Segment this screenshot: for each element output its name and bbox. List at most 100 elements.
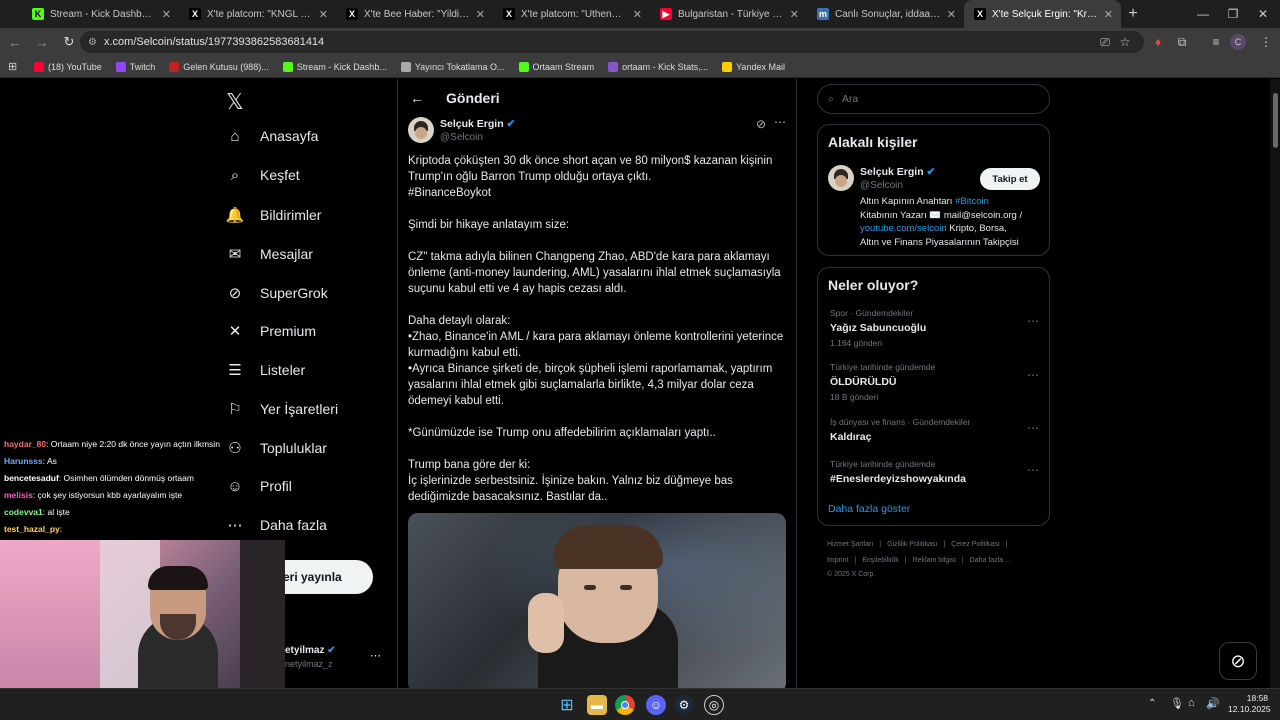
grok-floating-button[interactable]: ⊘ [1219, 642, 1257, 680]
chat-username[interactable]: test_hazal_py [4, 524, 60, 534]
author-avatar[interactable] [408, 117, 434, 143]
windows-start-icon[interactable]: ⊞ [557, 695, 577, 715]
nav-item-mesajlar[interactable]: ✉ Mesajlar [226, 245, 313, 263]
main-column: ← Gönderi Selçuk Ergin ✔ @Selcoin ⊘ ⋯ Kr… [397, 79, 797, 688]
minimize-icon[interactable]: — [1188, 0, 1218, 28]
obs-icon[interactable]: ◎ [704, 695, 724, 715]
bookmark-item[interactable]: ortaam - Kick Stats,... [608, 61, 708, 72]
browser-tab[interactable]: X X'te Bee Haber: "Yildiz Tilbe, m... ✕ [336, 0, 493, 28]
hashtag-link[interactable]: #BinanceBoykot [408, 185, 786, 201]
trend-more-icon[interactable]: ⋯ [1027, 421, 1039, 435]
apps-grid-icon[interactable]: ⊞ [8, 60, 20, 73]
browser-tab[interactable]: X X'te platcom: "Uthenera, KNGL... ✕ [493, 0, 650, 28]
site-info-icon[interactable]: ⚙ [88, 37, 97, 48]
trend-more-icon[interactable]: ⋯ [1027, 314, 1039, 328]
chat-username[interactable]: bencetesaduf [4, 473, 59, 483]
footer-link[interactable]: Hizmet Şartları [827, 541, 873, 548]
show-more-link[interactable]: Daha fazla göster [828, 503, 910, 515]
account-name[interactable]: etyilmaz ✔ [285, 645, 336, 656]
tab-close-icon[interactable]: ✕ [790, 8, 799, 21]
nav-item-anasayfa[interactable]: ⌂ Anasayfa [226, 127, 318, 145]
nav-item-premium[interactable]: ✕ Premium [226, 322, 316, 340]
trend-more-icon[interactable]: ⋯ [1027, 463, 1039, 477]
browser-tab[interactable]: X X'te Selçuk Ergin: "Kriptoda çök... ✕ [964, 0, 1121, 28]
bookmark-item[interactable]: Gelen Kutusu (988)... [169, 61, 269, 72]
bookmark-item[interactable]: Twitch [115, 61, 155, 72]
nav-item-keşfet[interactable]: ⌕ Keşfet [226, 166, 300, 184]
chat-username[interactable]: Harunsss [4, 456, 43, 466]
network-icon[interactable]: ⌂ [1188, 697, 1195, 709]
bookmark-item[interactable]: Yayıncı Tokatlama O... [400, 61, 505, 72]
tray-overflow-icon[interactable]: ⌃ [1148, 698, 1156, 709]
grok-icon[interactable]: ⊘ [756, 117, 766, 131]
tab-close-icon[interactable]: ✕ [162, 8, 171, 21]
trend-item[interactable]: Spor · Gündemdekiler Yağız Sabuncuoğlu 1.1… [830, 308, 1045, 348]
close-window-icon[interactable]: ✕ [1248, 0, 1278, 28]
nav-item-profil[interactable]: ☺ Profil [226, 477, 292, 495]
forward-icon[interactable]: → [30, 30, 54, 54]
trend-item[interactable]: İş dünyası ve finans · Gündemdekiler Kald… [830, 417, 1045, 443]
nav-item-listeler[interactable]: ☰ Listeler [226, 361, 305, 379]
x-logo-icon[interactable]: 𝕏 [226, 89, 244, 115]
extensions-puzzle-icon[interactable]: ⧉ [1172, 32, 1192, 52]
tweet-image[interactable] [408, 513, 786, 688]
chat-username[interactable]: codevva1 [4, 507, 43, 517]
account-menu-icon[interactable]: ⋯ [370, 649, 381, 662]
bookmark-item[interactable]: Yandex Mail [722, 61, 785, 72]
trend-more-icon[interactable]: ⋯ [1027, 368, 1039, 382]
steam-icon[interactable]: ⚙ [674, 695, 694, 715]
browser-tab[interactable]: m Canlı Sonuçlar, iddaa sonuçları... ✕ [807, 0, 964, 28]
bookmark-item[interactable]: (18) YouTube [34, 61, 102, 72]
discord-icon[interactable]: ☺ [646, 695, 666, 715]
chrome-menu-icon[interactable]: ⋮ [1256, 32, 1276, 52]
nav-item-yer-i-şaretleri[interactable]: ⚐ Yer İşaretleri [226, 400, 338, 418]
trend-item[interactable]: Türkiye tarihinde gündemde #Eneslerdeyizs… [830, 459, 1045, 485]
browser-tab[interactable]: X X'te platcom: "KNGL ekibiyle g... ✕ [179, 0, 336, 28]
address-input[interactable]: ⚙ x.com/Selcoin/status/19773938625836814… [80, 31, 1144, 53]
extension-icon[interactable]: ♦ [1148, 32, 1168, 52]
browser-tab[interactable]: K Stream - Kick Dashboard ✕ [22, 0, 179, 28]
volume-icon[interactable]: 🔊 [1206, 697, 1220, 710]
trend-item[interactable]: Türkiye tarihinde gündemde ÖLDÜRÜLDÜ 18 B … [830, 362, 1045, 402]
microphone-icon[interactable]: 🎙 [1170, 697, 1184, 710]
footer-link[interactable]: Imprint [827, 557, 848, 564]
tab-close-icon[interactable]: ✕ [947, 8, 956, 21]
search-input[interactable]: ⌕ Ara [817, 84, 1050, 114]
maximize-icon[interactable]: ❐ [1218, 0, 1248, 28]
tab-close-icon[interactable]: ✕ [476, 8, 485, 21]
footer-link[interactable]: Daha fazla ... [970, 557, 1011, 564]
media-control-icon[interactable]: ≡ [1206, 32, 1226, 52]
chat-username[interactable]: haydar_80 [4, 439, 46, 449]
footer-link[interactable]: Erişilebilirlik [862, 557, 899, 564]
bookmark-item[interactable]: Ortaam Stream [518, 61, 594, 72]
back-arrow-icon[interactable]: ← [410, 90, 424, 106]
taskbar-clock[interactable]: 18:58 12.10.2025 [1228, 693, 1271, 715]
new-tab-button[interactable]: + [1121, 0, 1145, 28]
author-name[interactable]: Selçuk Ergin ✔ [440, 118, 515, 130]
install-app-icon[interactable]: ⎚ [1095, 32, 1115, 52]
reload-icon[interactable]: ↻ [57, 30, 81, 54]
footer-link[interactable]: Çerez Politikası [951, 541, 1000, 548]
profile-avatar[interactable]: C [1230, 34, 1246, 50]
footer-link[interactable]: Reklam bilgisi [913, 557, 956, 564]
back-icon[interactable]: ← [3, 30, 27, 54]
file-explorer-icon[interactable]: ▬ [587, 695, 607, 715]
nav-item-topluluklar[interactable]: ⚇ Topluluklar [226, 439, 327, 457]
tab-close-icon[interactable]: ✕ [1104, 8, 1113, 21]
tab-close-icon[interactable]: ✕ [633, 8, 642, 21]
page-scrollbar[interactable] [1270, 79, 1280, 688]
related-name[interactable]: Selçuk Ergin ✔ [860, 166, 935, 178]
chat-username[interactable]: melisis [4, 490, 33, 500]
follow-button[interactable]: Takip et [980, 168, 1040, 190]
bookmark-item[interactable]: Stream - Kick Dashb... [282, 61, 387, 72]
browser-tab[interactable]: ▶ Bulgaristan - Türkiye (1-6) Maç... ✕ [650, 0, 807, 28]
tab-close-icon[interactable]: ✕ [319, 8, 328, 21]
bookmark-star-icon[interactable]: ☆ [1115, 32, 1135, 52]
related-avatar[interactable] [828, 165, 854, 191]
nav-item-bildirimler[interactable]: 🔔 Bildirimler [226, 206, 322, 224]
nav-item-supergrok[interactable]: ⊘ SuperGrok [226, 284, 328, 302]
chrome-icon[interactable] [615, 695, 635, 715]
nav-item-daha-fazla[interactable]: ⋯ Daha fazla [226, 516, 327, 534]
footer-link[interactable]: Gizlilik Politikası [887, 541, 937, 548]
tweet-more-icon[interactable]: ⋯ [774, 115, 786, 129]
